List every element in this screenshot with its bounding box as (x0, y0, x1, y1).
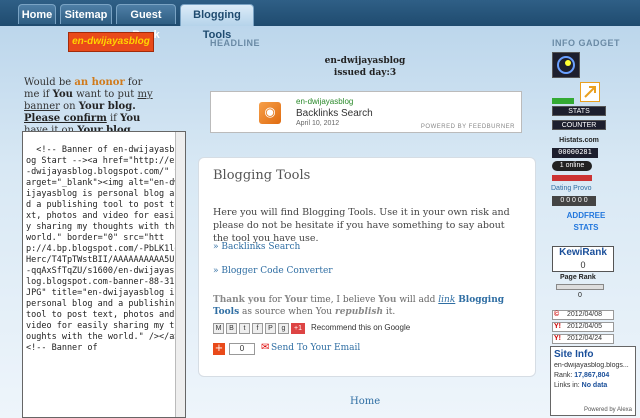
date-badge-3[interactable]: Y! 2012/04/24 (552, 334, 614, 344)
share-count: 0 (229, 343, 255, 355)
tab-blogging-tools[interactable]: Blogging Tools (180, 4, 254, 41)
twitter-share-icon[interactable]: t (239, 323, 250, 334)
rss-icon: ◉ (259, 102, 281, 124)
top-nav: Home Sitemap Guest Book Blogging Tools (0, 0, 640, 41)
google-share-icon[interactable]: g (278, 323, 289, 334)
dating-counter: 0 0 0 0 0 (552, 196, 596, 206)
banner-code-textarea[interactable]: <!-- Banner of en-dwijayasblog Start -->… (22, 131, 186, 418)
counter-badge[interactable]: COUNTER (552, 120, 606, 130)
yahoo-icon: Y! (554, 323, 561, 330)
histats-label[interactable]: Histats.com (552, 136, 606, 146)
kewirank-badge[interactable]: KewiRank 0 (552, 246, 614, 272)
pagerank-bar (556, 284, 604, 290)
post-body: Here you will find Blogging Tools. Use i… (213, 207, 510, 244)
alexa-site-info[interactable]: Site Info en-dwijayasblog.blogs... Rank:… (550, 346, 636, 416)
tab-home[interactable]: Home (18, 4, 56, 24)
histats-counter: 00000281 (552, 148, 598, 158)
post-title: Blogging Tools (213, 168, 311, 183)
online-badge: 1 online (552, 161, 592, 171)
blog-share-icon[interactable]: B (226, 323, 237, 334)
pagerank-arrow-icon[interactable] (580, 82, 600, 102)
backlinks-search-link[interactable]: » Backlinks Search (213, 242, 300, 252)
clock-icon: © (554, 311, 560, 318)
pinterest-share-icon[interactable]: P (265, 323, 276, 334)
feed-item-date: April 10, 2012 (296, 120, 340, 127)
go-badge-icon[interactable] (552, 98, 574, 104)
feed-item-title[interactable]: Backlinks Search (296, 108, 373, 119)
tab-sitemap[interactable]: Sitemap (60, 4, 112, 24)
tab-guest-book[interactable]: Guest Book (116, 4, 176, 41)
addfree-stats-badge[interactable]: ADDFREE STATS (560, 210, 612, 236)
facebook-share-icon[interactable]: f (252, 323, 263, 334)
stats-badge[interactable]: STATS (552, 106, 606, 116)
pagerank-label: Page Rank (560, 274, 596, 281)
home-link[interactable]: Home (350, 396, 380, 407)
send-email-link[interactable]: Send To Your Email (271, 343, 360, 353)
feedburner-headline: ◉ en-dwijayasblog Backlinks Search April… (210, 91, 522, 133)
feed-heading: en-dwijayasblog issued day:3 (324, 56, 406, 78)
email-share-icon[interactable]: M (213, 323, 224, 334)
headline-label: HEADLINE (210, 38, 261, 48)
globe-badge-icon[interactable] (552, 52, 580, 78)
post-card: Blogging Tools Here you will find Bloggi… (198, 157, 536, 377)
scrollbar[interactable] (175, 132, 185, 417)
blog-logo[interactable]: en-dwijayasblog (68, 32, 154, 52)
plus-one-button[interactable]: +1 (291, 323, 305, 334)
please-confirm-link[interactable]: Please confirm (24, 113, 107, 124)
addthis-plus-icon[interactable]: + (213, 343, 225, 355)
info-gadget-label: INFO GADGET (552, 38, 620, 48)
thanks-note: Thank you for Your time, I believe You w… (213, 295, 505, 317)
feedburner-credit[interactable]: POWERED BY FEEDBURNER (421, 124, 515, 130)
send-email-icon[interactable]: ✉ (261, 342, 269, 354)
recommend-text: Recommend this on Google (311, 323, 411, 332)
pagerank-value: 0 (578, 292, 582, 299)
date-badge-2[interactable]: Y! 2012/04/05 (552, 322, 614, 332)
dating-provo-link[interactable]: Dating Provo (551, 184, 611, 194)
flag-badge-icon (552, 175, 592, 181)
banner-intro: Would be an honor for me if You want to … (24, 77, 153, 136)
yahoo-icon: Y! (554, 335, 561, 342)
feed-source: en-dwijayasblog (296, 97, 354, 106)
code-converter-link[interactable]: » Blogger Code Converter (213, 266, 333, 276)
date-badge-1[interactable]: © 2012/04/08 (552, 310, 614, 320)
alexa-credit: Powered by Alexa (583, 407, 632, 413)
